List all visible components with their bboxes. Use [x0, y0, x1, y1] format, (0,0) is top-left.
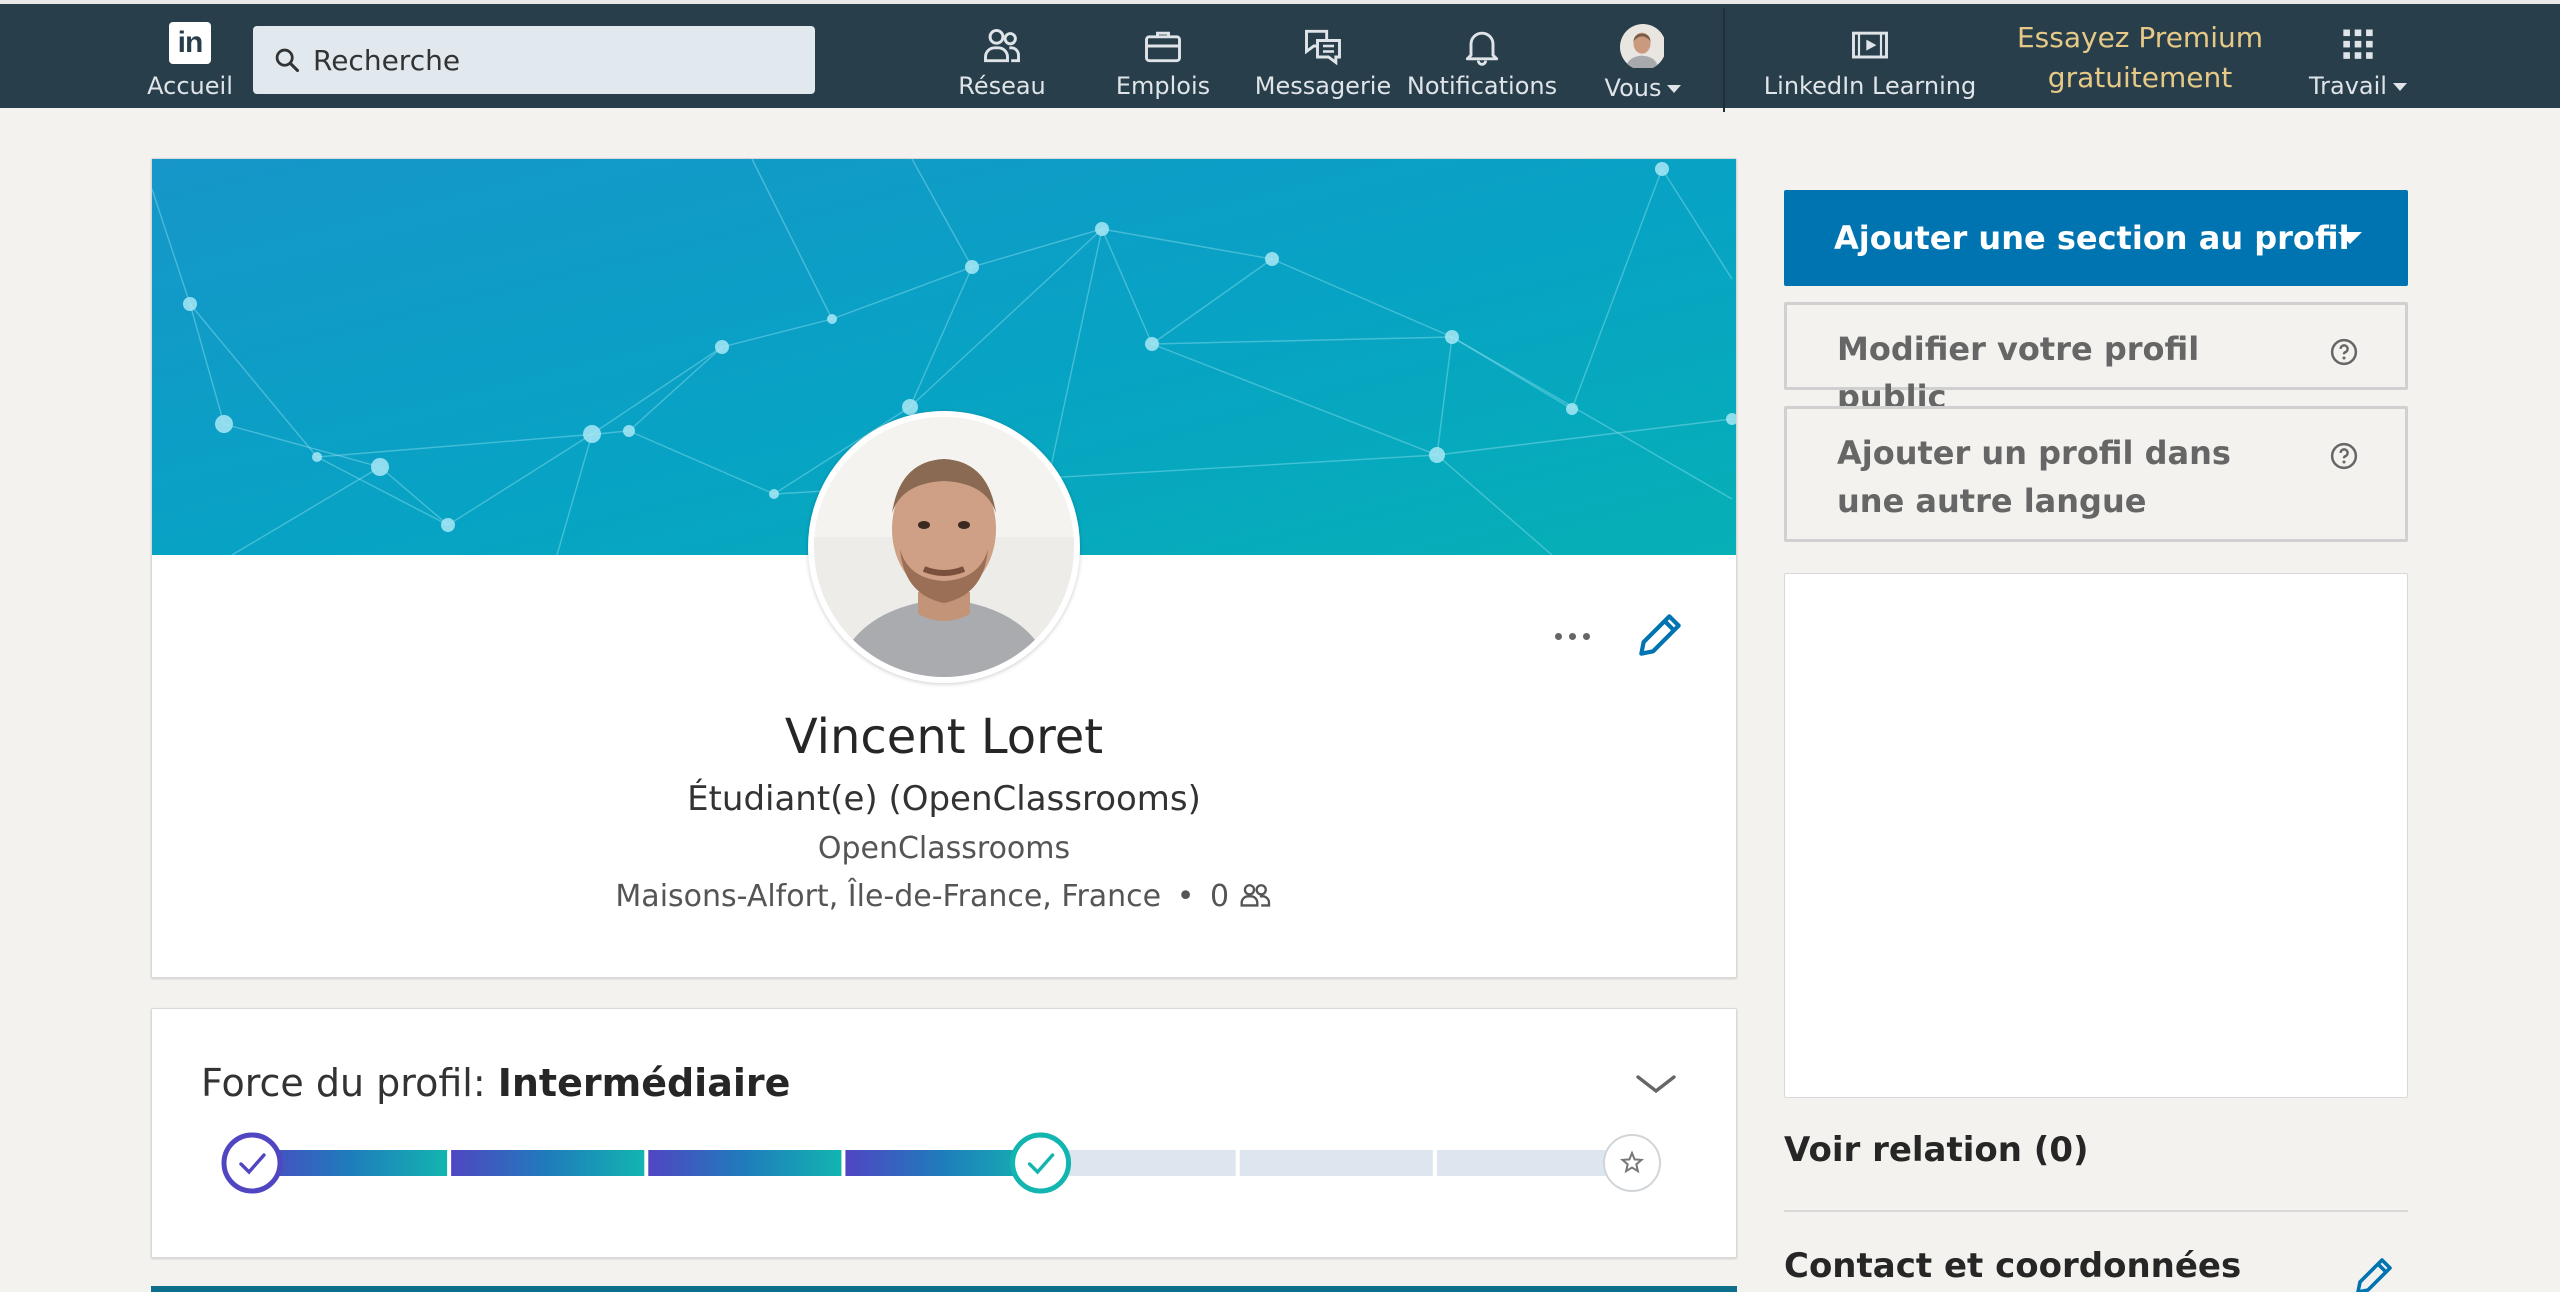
strength-segment-incomplete: [1239, 1150, 1433, 1176]
bell-icon: [1465, 31, 1499, 66]
strength-segment-complete: [451, 1150, 645, 1176]
nav-label-network: Réseau: [958, 72, 1046, 100]
view-connections-link[interactable]: Voir relation (0): [1784, 1130, 2089, 1170]
add-language-profile-label: Ajouter un profil dans une autre langue: [1837, 434, 2231, 520]
star-icon: [1603, 1134, 1661, 1192]
ad-placeholder: [1784, 573, 2408, 1098]
strength-segment-incomplete: [1042, 1150, 1236, 1176]
nav-label-notifications: Notifications: [1406, 72, 1558, 100]
profile-company[interactable]: OpenClassrooms: [152, 831, 1736, 866]
search-icon: [275, 48, 300, 73]
add-section-label: Ajouter une section au profil: [1834, 219, 2350, 257]
nav-label-me: Vous: [1605, 74, 1682, 102]
pencil-icon: [2356, 1258, 2392, 1292]
linkedin-logo-icon: in: [169, 22, 211, 64]
chevron-down-icon: [1667, 85, 1682, 93]
nav-item-work[interactable]: Travail: [2308, 24, 2408, 104]
profile-strength-card: Force du profil: Intermédiaire: [151, 1008, 1737, 1258]
help-icon[interactable]: [2329, 337, 2359, 367]
strength-segment-complete: [845, 1150, 1039, 1176]
top-navigation-bar: in Accueil Réseau Emplois: [0, 0, 2560, 112]
network-icon: [984, 28, 1020, 63]
next-card-edge: [151, 1286, 1737, 1292]
profile-location-row: Maisons-Alfort, Île-de-France, France • …: [152, 879, 1736, 914]
briefcase-icon: [1145, 31, 1181, 63]
edit-public-profile-label: Modifier votre profil public: [1837, 330, 2200, 416]
grid-apps-icon: [2343, 29, 2373, 59]
profile-strength-title: Force du profil: Intermédiaire: [201, 1061, 790, 1105]
profile-name: Vincent Loret: [784, 709, 1104, 765]
nav-label-jobs: Emplois: [1115, 72, 1211, 100]
nav-label-messaging: Messagerie: [1254, 72, 1392, 100]
strength-label: Force du profil:: [201, 1061, 486, 1105]
nav-item-jobs[interactable]: Emplois: [1116, 24, 1210, 104]
checkmark-icon: [221, 1132, 283, 1194]
nav-item-notifications[interactable]: Notifications: [1407, 24, 1557, 104]
connections-link[interactable]: 0: [1210, 879, 1273, 914]
learning-play-icon: [1852, 31, 1888, 59]
premium-line-1: Essayez Premium: [2016, 21, 2263, 54]
add-profile-section-button[interactable]: Ajouter une section au profil: [1784, 190, 2408, 286]
edit-public-profile-button[interactable]: Modifier votre profil public: [1784, 302, 2408, 416]
profile-location: Maisons-Alfort, Île-de-France, France: [615, 879, 1162, 914]
nav-item-me[interactable]: Vous: [1600, 24, 1686, 104]
search-bar[interactable]: [253, 26, 815, 94]
separator-dot: •: [1176, 879, 1195, 914]
avatar: [1620, 24, 1666, 70]
connections-icon: [1240, 884, 1270, 907]
chevron-down-icon: [1636, 1075, 1676, 1094]
home-label: Accueil: [147, 72, 233, 100]
nav-divider: [1723, 8, 1725, 112]
profile-photo[interactable]: [808, 411, 1080, 683]
chevron-down-icon: [2392, 83, 2407, 91]
profile-top-card: Vincent Loret Étudiant(e) (OpenClassroom…: [151, 158, 1737, 978]
chevron-down-icon: [2338, 232, 2362, 244]
expand-strength-toggle[interactable]: [1632, 1069, 1680, 1099]
strength-segment-complete: [648, 1150, 842, 1176]
search-input[interactable]: [313, 43, 793, 77]
profile-headline: Étudiant(e) (OpenClassrooms): [687, 779, 1201, 819]
nav-item-network[interactable]: Réseau: [958, 24, 1046, 104]
help-icon[interactable]: [2329, 441, 2359, 471]
add-language-profile-button[interactable]: Ajouter un profil dans une autre langue: [1784, 406, 2408, 542]
connections-count: 0: [1209, 879, 1230, 914]
checkmark-icon: [1010, 1132, 1072, 1194]
strength-level: Intermédiaire: [497, 1061, 791, 1105]
profile-strength-meter: [221, 1132, 1661, 1194]
messaging-icon: [1305, 29, 1341, 66]
premium-line-2: gratuitement: [2047, 61, 2233, 94]
premium-trial-link[interactable]: Essayez Premium gratuitement: [2010, 18, 2270, 98]
more-actions-button[interactable]: [1544, 621, 1600, 651]
nav-label-work: Travail: [2309, 72, 2407, 100]
pencil-icon: [1639, 614, 1681, 656]
strength-segment-incomplete: [1436, 1150, 1630, 1176]
edit-contact-button[interactable]: [2350, 1252, 2398, 1292]
nav-item-learning[interactable]: LinkedIn Learning: [1764, 24, 1976, 104]
rail-divider: [1784, 1210, 2408, 1212]
nav-label-learning: LinkedIn Learning: [1763, 72, 1977, 100]
nav-item-messaging[interactable]: Messagerie: [1255, 24, 1391, 104]
home-nav-item[interactable]: in Accueil: [147, 22, 233, 106]
edit-intro-button[interactable]: [1632, 607, 1688, 663]
contact-info-title: Contact et coordonnées: [1784, 1246, 2242, 1286]
